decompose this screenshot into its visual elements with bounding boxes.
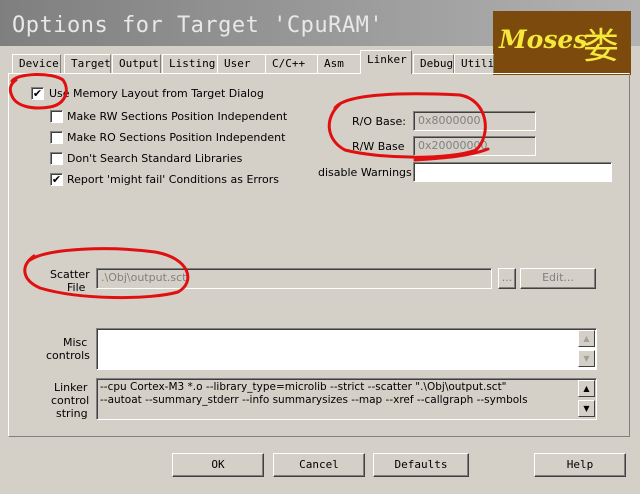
dont-search-libs-label: Don't Search Standard Libraries [67, 152, 243, 165]
tab-device[interactable]: Device [12, 54, 61, 73]
scatter-label-line1: Scatter [50, 268, 90, 281]
defaults-button[interactable]: Defaults [373, 453, 469, 477]
misc-label-line1: Misc [63, 336, 88, 349]
ro-base-label: R/O Base: [352, 115, 406, 128]
tab-c-cpp[interactable]: C/C++ [265, 54, 318, 73]
linker-control-string[interactable]: --cpu Cortex-M3 *.o --library_type=micro… [96, 378, 597, 420]
watermark-glyph: 娄 [583, 26, 620, 67]
scatter-edit-button[interactable]: Edit... [520, 268, 596, 289]
make-ro-pi-checkbox[interactable] [50, 131, 63, 144]
ok-button[interactable]: OK [172, 453, 264, 477]
rw-base-input[interactable]: 0x20000000 [413, 136, 536, 156]
tab-debug[interactable]: Debug [413, 54, 454, 73]
misc-controls-input[interactable] [96, 328, 597, 370]
misc-scroll-up[interactable]: ▲ [578, 330, 595, 347]
make-rw-pi-checkbox[interactable] [50, 110, 63, 123]
make-rw-pi-label: Make RW Sections Position Independent [67, 110, 288, 123]
help-button[interactable]: Help [534, 453, 626, 477]
scatter-browse-button[interactable]: ... [498, 268, 516, 289]
linker-label-line3: string [56, 407, 88, 420]
use-memory-layout-checkbox[interactable]: ✔ [31, 87, 44, 100]
cancel-button[interactable]: Cancel [273, 453, 365, 477]
linker-scroll-down[interactable]: ▼ [578, 400, 595, 417]
tab-user[interactable]: User [217, 54, 266, 73]
tab-linker[interactable]: Linker [360, 50, 412, 74]
scatter-file-input[interactable]: .\Obj\output.sct [96, 268, 492, 289]
linker-label-line2: control [51, 394, 90, 407]
misc-scroll-down[interactable]: ▼ [578, 350, 595, 367]
scatter-label-line2: File [67, 281, 86, 294]
report-might-fail-label: Report 'might fail' Conditions as Errors [67, 173, 279, 186]
tab-utilities[interactable]: Utilities [454, 54, 494, 73]
tab-asm[interactable]: Asm [317, 54, 365, 73]
disable-warnings-input[interactable] [413, 162, 612, 182]
misc-label-line2: controls [46, 349, 90, 362]
linker-scroll-up[interactable]: ▲ [578, 380, 595, 397]
tab-target[interactable]: Target [64, 54, 111, 73]
report-might-fail-checkbox[interactable]: ✔ [50, 173, 63, 186]
watermark-text: Moses [499, 25, 588, 54]
dont-search-libs-checkbox[interactable] [50, 152, 63, 165]
ro-base-input[interactable]: 0x8000000 [413, 111, 536, 131]
rw-base-label: R/W Base [352, 140, 405, 153]
disable-warnings-label: disable Warnings: [318, 166, 416, 179]
linker-label-line1: Linker [54, 381, 88, 394]
use-memory-layout-label: Use Memory Layout from Target Dialog [49, 87, 264, 100]
watermark-logo: Moses 娄 [493, 11, 631, 75]
linker-control-line1: --cpu Cortex-M3 *.o --library_type=micro… [100, 381, 507, 393]
window-title: Options for Target 'CpuRAM' [12, 13, 384, 38]
make-ro-pi-label: Make RO Sections Position Independent [67, 131, 286, 144]
tab-listing[interactable]: Listing [162, 54, 222, 73]
tab-output[interactable]: Output [112, 54, 161, 73]
linker-control-line2: --autoat --summary_stderr --info summary… [100, 394, 528, 406]
